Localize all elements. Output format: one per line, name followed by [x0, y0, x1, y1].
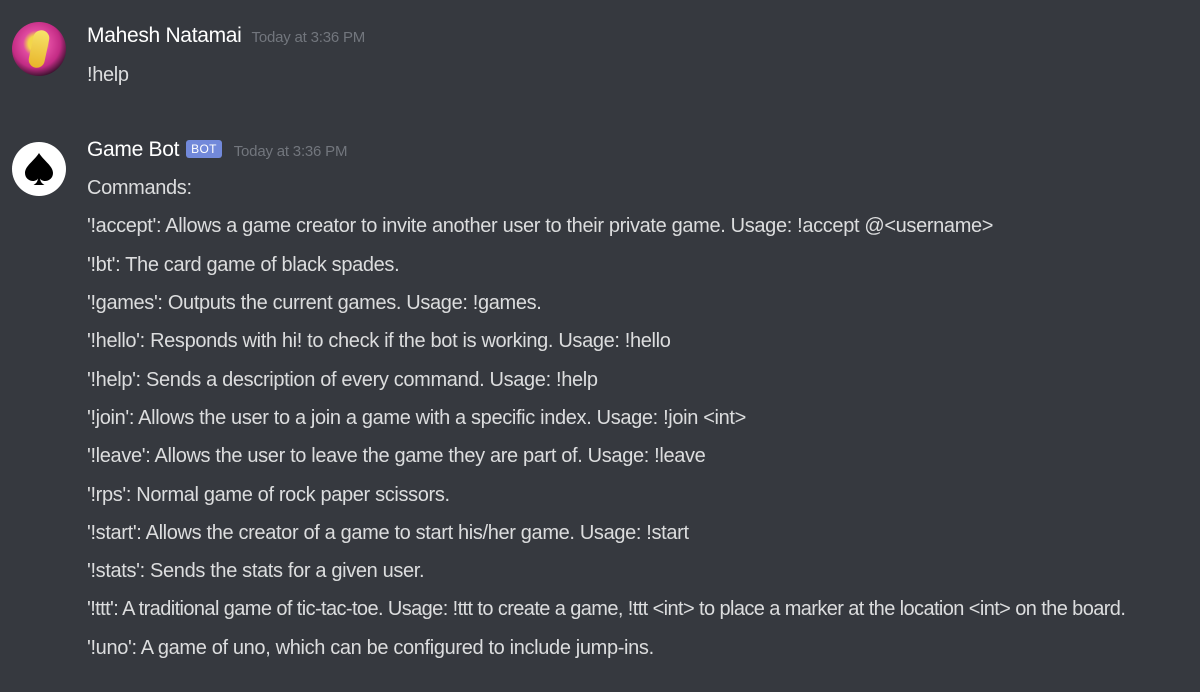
message-line: '!games': Outputs the current games. Usa… — [87, 292, 542, 314]
user-avatar[interactable] — [12, 22, 66, 76]
message-line: '!start': Allows the creator of a game t… — [87, 522, 689, 544]
message-line: '!hello': Responds with hi! to check if … — [87, 330, 671, 352]
message-line: '!bt': The card game of black spades. — [87, 254, 400, 276]
author-name[interactable]: Game Bot — [87, 138, 179, 162]
message-header: Mahesh Natamai Today at 3:36 PM — [87, 24, 365, 48]
message-line: '!uno': A game of uno, which can be conf… — [87, 637, 654, 659]
spade-icon — [25, 153, 53, 185]
message-line: '!join': Allows the user to a join a gam… — [87, 407, 746, 429]
bot-badge: BOT — [186, 140, 222, 158]
message-timestamp[interactable]: Today at 3:36 PM — [234, 143, 348, 160]
message-line: '!rps': Normal game of rock paper scisso… — [87, 484, 450, 506]
message-line: '!accept': Allows a game creator to invi… — [87, 215, 994, 237]
message-header: Game Bot BOT Today at 3:36 PM — [87, 138, 347, 162]
message-line: '!stats': Sends the stats for a given us… — [87, 560, 425, 582]
message-timestamp[interactable]: Today at 3:36 PM — [252, 29, 366, 46]
message-line: '!help': Sends a description of every co… — [87, 369, 598, 391]
message-content: !help — [87, 64, 129, 86]
avatar-figure — [27, 28, 51, 70]
message-line: Commands: — [87, 177, 192, 199]
bot-avatar[interactable] — [12, 142, 66, 196]
author-name[interactable]: Mahesh Natamai — [87, 24, 242, 48]
message-line: '!ttt': A traditional game of tic-tac-to… — [87, 598, 1126, 620]
message-line: '!leave': Allows the user to leave the g… — [87, 445, 706, 467]
